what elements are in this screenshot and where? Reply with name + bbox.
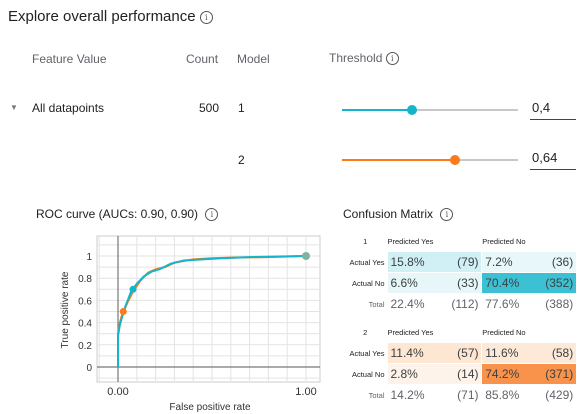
confusion-title-text: Confusion Matrix	[343, 207, 434, 221]
cm2-tp-pct: 11.4%	[390, 346, 424, 360]
cm1-total-label: Total	[368, 299, 385, 309]
col-threshold-label: Threshold	[329, 51, 383, 65]
roc-title-text: ROC curve (AUCs: 0.90, 0.90)	[36, 207, 199, 221]
roc-y-label: True positive rate	[60, 271, 71, 348]
cm2-tp-cnt: (57)	[457, 346, 479, 360]
cm1-pred-no: Predicted No	[482, 236, 526, 246]
threshold-input-1[interactable]: 0,4	[530, 100, 576, 120]
cm1-fn-cnt: (36)	[551, 255, 574, 269]
slider-fill	[342, 109, 412, 111]
cm2-total-yes-cnt: (71)	[457, 388, 479, 402]
cm2-total-no: 85.8% (429)	[482, 385, 576, 405]
roc-x-tick-1: 1.00	[295, 386, 316, 398]
cm2-pred-yes: Predicted Yes	[387, 327, 434, 337]
col-count: Count	[186, 52, 219, 66]
cm2-total-no-cnt: (429)	[545, 388, 574, 402]
cm1-total-no-pct: 77.6%	[485, 297, 520, 311]
page-title: Explore overall performance i	[8, 8, 213, 25]
row-label: All datapoints	[32, 101, 105, 115]
threshold-slider-1[interactable]	[342, 102, 518, 118]
cm1-actual-no: Actual No	[351, 278, 385, 288]
roc-x-tick-0: 0.00	[107, 386, 128, 398]
row-count: 500	[199, 101, 220, 115]
cm2-total-yes-pct: 14.2%	[390, 388, 425, 402]
cm2-total-no-pct: 85.8%	[485, 388, 520, 402]
threshold-info-icon[interactable]: i	[385, 52, 399, 66]
roc-y-tick: 1	[86, 252, 92, 263]
cm2-cell-fp: 2.8% (14)	[387, 364, 482, 384]
confusion-info-icon[interactable]: i	[440, 208, 454, 222]
roc-series-1-threshold-marker	[119, 308, 127, 315]
cm1-cell-tn: 70.4% (352)	[482, 273, 576, 293]
cm1-cell-fp: 6.6% (33)	[387, 273, 482, 293]
roc-y-ticks: 1 0.8 0.6 0.4 0.2 0	[78, 252, 92, 374]
model-2-id: 2	[238, 153, 245, 167]
cm1-tp-pct: 15.8%	[390, 255, 425, 269]
roc-series-2-threshold-marker	[129, 285, 137, 293]
cm1-fn-pct: 7.2%	[485, 255, 513, 269]
expand-caret-icon[interactable]: ▼	[10, 103, 18, 112]
confusion-matrix-2: 2 Predicted Yes Predicted No Actual Yes …	[343, 321, 577, 406]
cm2-fn-cnt: (58)	[551, 346, 574, 360]
roc-y-tick: 0	[86, 363, 92, 374]
col-feature-value: Feature Value	[32, 52, 107, 66]
cm2-actual-yes: Actual Yes	[349, 348, 385, 358]
roc-x-label: False positive rate	[169, 402, 251, 413]
cm1-cell-fn: 7.2% (36)	[482, 252, 576, 272]
cm1-id: 1	[363, 236, 368, 246]
cm2-actual-no: Actual No	[351, 369, 385, 379]
cm1-tp-cnt: (79)	[457, 255, 479, 269]
slider-thumb[interactable]	[407, 105, 417, 115]
col-threshold: Threshold i	[329, 51, 399, 66]
cm2-tn-pct: 74.2%	[485, 367, 520, 381]
cm1-cell-tp: 15.8% (79)	[387, 252, 482, 272]
roc-endpoint-marker	[302, 252, 310, 260]
info-icon[interactable]: i	[199, 10, 213, 24]
cm1-pred-yes: Predicted Yes	[387, 236, 434, 246]
col-model: Model	[237, 52, 270, 66]
cm2-cell-fn: 11.6% (58)	[482, 343, 576, 363]
cm2-tn-cnt: (371)	[545, 367, 574, 381]
slider-fill	[342, 159, 455, 161]
cm1-total-yes: 22.4% (112)	[388, 294, 482, 314]
cm2-fp-pct: 2.8%	[390, 367, 418, 381]
confusion-title: Confusion Matrix i	[343, 207, 454, 222]
cm1-fp-cnt: (33)	[457, 276, 479, 290]
roc-y-tick: 0.4	[78, 319, 92, 330]
roc-title: ROC curve (AUCs: 0.90, 0.90) i	[36, 207, 219, 222]
cm2-cell-tp: 11.4% (57)	[387, 343, 482, 363]
roc-chart: 1 0.8 0.6 0.4 0.2 0 0.00 1.00 False positive …	[60, 235, 321, 413]
cm1-actual-yes: Actual Yes	[349, 257, 385, 267]
cm1-tn-pct: 70.4%	[485, 276, 520, 290]
cm2-id: 2	[363, 327, 368, 337]
page-title-text: Explore overall performance	[8, 8, 196, 25]
slider-thumb[interactable]	[450, 155, 460, 165]
confusion-matrix-1: 1 Predicted Yes Predicted No Actual Yes …	[343, 230, 577, 315]
cm1-tn-cnt: (352)	[545, 276, 574, 290]
roc-y-tick: 0.6	[78, 296, 92, 307]
cm1-total-yes-cnt: (112)	[451, 297, 479, 311]
roc-y-tick: 0.8	[78, 274, 92, 285]
cm2-total-yes: 14.2% (71)	[388, 385, 482, 405]
cm1-total-yes-pct: 22.4%	[390, 297, 425, 311]
cm2-cell-tn: 74.2% (371)	[482, 364, 576, 384]
cm1-fp-pct: 6.6%	[390, 276, 418, 290]
cm2-fp-cnt: (14)	[457, 367, 479, 381]
cm2-fn-pct: 11.6%	[485, 346, 519, 360]
cm2-pred-no: Predicted No	[482, 327, 526, 337]
model-1-id: 1	[238, 101, 245, 115]
cm2-total-label: Total	[368, 390, 385, 400]
roc-info-icon[interactable]: i	[205, 208, 219, 222]
cm1-total-no-cnt: (388)	[545, 297, 574, 311]
roc-lines	[117, 252, 310, 367]
roc-y-tick: 0.2	[78, 341, 92, 352]
cm1-total-no: 77.6% (388)	[482, 294, 576, 314]
threshold-slider-2[interactable]	[342, 152, 518, 168]
threshold-input-2[interactable]: 0,64	[530, 150, 576, 170]
